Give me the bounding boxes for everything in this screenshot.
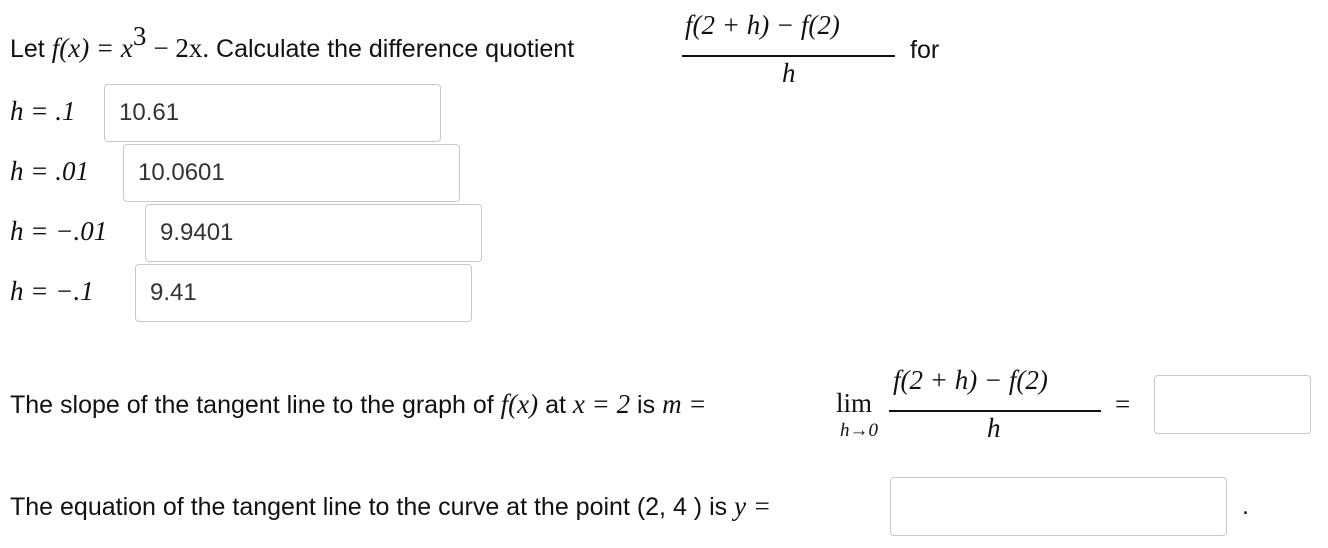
slope-fx: f(x) (500, 389, 539, 419)
answer-input-h-0-1[interactable] (104, 84, 441, 142)
slope-numerator: f(2 + h) − f(2) (893, 365, 1048, 395)
slope-text: The slope of the tangent line to the gra… (10, 391, 494, 419)
slope-statement: The slope of the tangent line to the gra… (10, 389, 707, 420)
problem-statement: Let f(x) = x3 − 2x. Calculate the differ… (10, 23, 575, 64)
slope-fraction-bar (889, 410, 1101, 412)
slope-m-eq: m = (662, 389, 707, 419)
h-label-3: h = −.01 (10, 216, 108, 246)
tangent-answer-input[interactable] (890, 477, 1227, 536)
slope-x-eq: x = 2 (572, 389, 631, 419)
quotient-denominator: h (782, 58, 796, 88)
instruction-text: Calculate the difference quotient (216, 35, 575, 63)
slope-at-label: at (545, 391, 566, 419)
answer-input-h-0-01[interactable] (123, 144, 460, 202)
tangent-y-eq: y = (734, 491, 772, 521)
limit-subscript: h→0 (840, 420, 878, 441)
let-label: Let (10, 35, 45, 63)
limit-operator: lim (836, 388, 873, 418)
quotient-fraction-bar (682, 55, 895, 57)
slope-is-label: is (637, 391, 656, 419)
quotient-numerator: f(2 + h) − f(2) (685, 10, 840, 40)
function-lhs: f(x) = x (51, 33, 133, 63)
slope-answer-input[interactable] (1154, 375, 1311, 434)
h-label-1: h = .1 (10, 96, 76, 126)
function-rhs: − 2x. (153, 33, 210, 63)
slope-equals: = (1115, 389, 1131, 419)
for-label: for (910, 36, 940, 64)
tangent-text: The equation of the tangent line to the … (10, 493, 728, 521)
tangent-period: . (1242, 492, 1249, 520)
function-exponent: 3 (132, 21, 147, 51)
answer-input-h-neg-0-01[interactable] (145, 204, 482, 262)
tangent-statement: The equation of the tangent line to the … (10, 491, 771, 522)
h-label-2: h = .01 (10, 156, 89, 186)
slope-denominator: h (987, 413, 1001, 443)
h-label-4: h = −.1 (10, 276, 94, 306)
answer-input-h-neg-0-1[interactable] (135, 264, 472, 322)
